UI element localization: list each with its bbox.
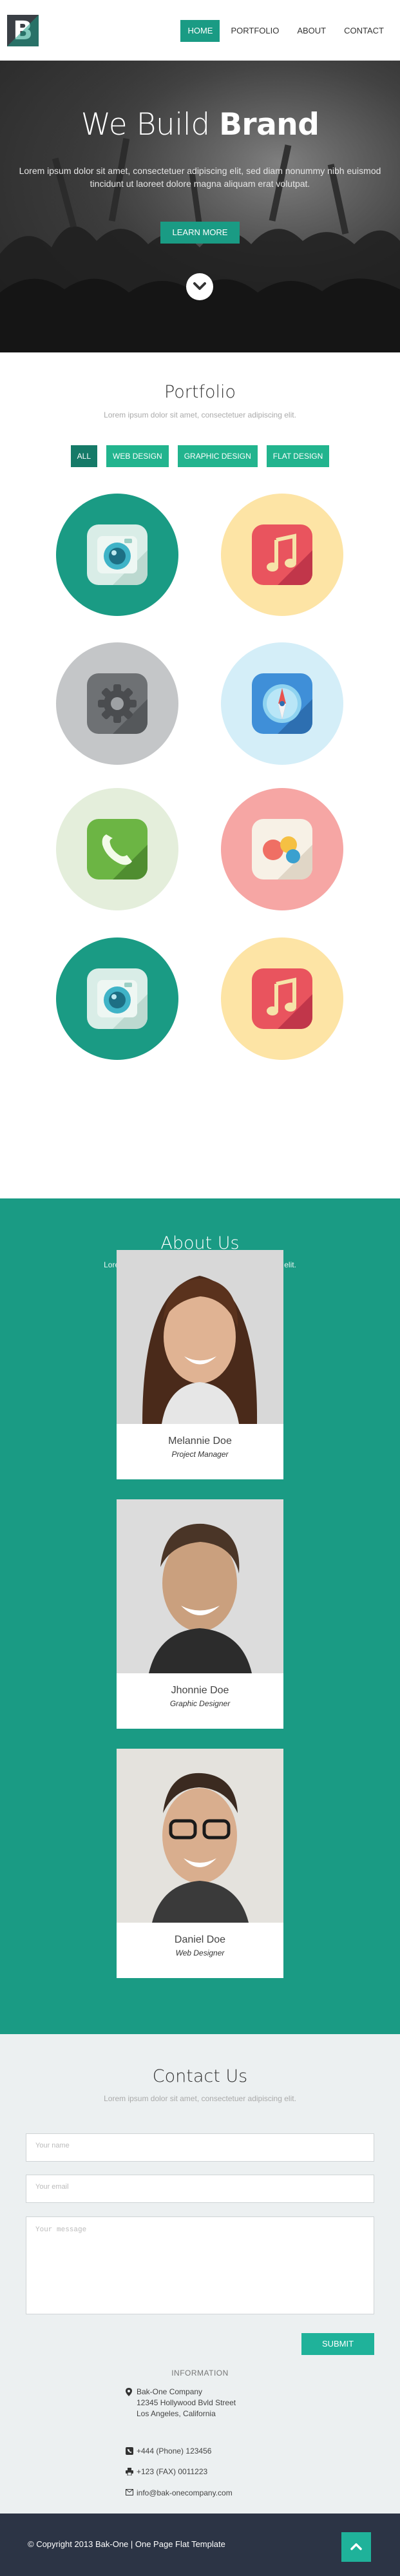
hero-banner: We Build Brand Lorem ipsum dolor sit ame… bbox=[0, 61, 400, 352]
portfolio-item[interactable] bbox=[56, 494, 178, 616]
phone-number: +444 (Phone) 123456 bbox=[137, 2446, 212, 2456]
portfolio-title: Portfolio bbox=[164, 382, 236, 402]
portfolio-item[interactable] bbox=[56, 937, 178, 1060]
team-role: Project Manager bbox=[171, 1450, 229, 1459]
team-photo bbox=[117, 1250, 283, 1424]
team-card: Melannie Doe Project Manager bbox=[117, 1250, 283, 1479]
portfolio-item[interactable] bbox=[56, 642, 178, 765]
team-name: Daniel Doe bbox=[174, 1934, 226, 1945]
music-icon bbox=[252, 524, 312, 585]
chevron-down-icon bbox=[193, 282, 206, 290]
settings-gear-icon bbox=[87, 673, 148, 734]
team-name: Jhonnie Doe bbox=[171, 1685, 229, 1696]
email-address[interactable]: info@bak-onecompany.com bbox=[126, 2488, 233, 2499]
contact-section: Contact Us Lorem ipsum dolor sit amet, c… bbox=[0, 2034, 400, 2514]
team-card: Daniel Doe Web Designer bbox=[117, 1749, 283, 1978]
company-name: Bak-One Company bbox=[137, 2387, 203, 2396]
filter-flat-design[interactable]: FLAT DESIGN bbox=[266, 445, 330, 467]
nav-about[interactable]: ABOUT bbox=[290, 20, 333, 42]
email-line: info@bak-onecompany.com bbox=[126, 2488, 233, 2499]
portfolio-item[interactable] bbox=[221, 494, 343, 616]
nav-contact[interactable]: CONTACT bbox=[337, 20, 391, 42]
back-to-top-button[interactable] bbox=[341, 2532, 371, 2562]
address-block: Bak-One Company 12345 Hollywood Bvld Str… bbox=[126, 2387, 236, 2419]
submit-button[interactable]: SUBMIT bbox=[301, 2333, 374, 2355]
fax-number: +123 (FAX) 0011223 bbox=[137, 2467, 208, 2476]
scroll-down-button[interactable] bbox=[186, 273, 213, 300]
navbar: B HOME PORTFOLIO ABOUT CONTACT bbox=[0, 0, 400, 61]
chevron-up-icon bbox=[350, 2543, 362, 2550]
name-field[interactable]: Your name bbox=[26, 2133, 374, 2162]
filter-graphic-design[interactable]: GRAPHIC DESIGN bbox=[177, 445, 258, 467]
footer: © Copyright 2013 Bak-One | One Page Flat… bbox=[0, 2514, 400, 2576]
team-role: Graphic Designer bbox=[169, 1699, 231, 1708]
camera-icon bbox=[87, 524, 148, 585]
printer-icon bbox=[126, 2468, 133, 2475]
nav-portfolio[interactable]: PORTFOLIO bbox=[224, 20, 286, 42]
street-address: 12345 Hollywood Bvld Street bbox=[137, 2398, 236, 2407]
message-field[interactable]: Your message bbox=[26, 2216, 374, 2314]
team-photo bbox=[117, 1749, 283, 1923]
team-role: Web Designer bbox=[175, 1948, 225, 1957]
camera-icon bbox=[87, 968, 148, 1029]
portfolio-item[interactable] bbox=[221, 642, 343, 765]
contact-subtitle: Lorem ipsum dolor sit amet, consectetuer… bbox=[104, 2094, 296, 2103]
copyright-text: © Copyright 2013 Bak-One | One Page Flat… bbox=[28, 2539, 225, 2549]
portfolio-filters: ALL WEB DESIGN GRAPHIC DESIGN FLAT DESIG… bbox=[0, 445, 400, 467]
fax-line: +123 (FAX) 0011223 bbox=[126, 2466, 207, 2477]
phone-icon bbox=[126, 2447, 133, 2455]
city-address: Los Angeles, California bbox=[137, 2409, 216, 2418]
compass-icon bbox=[252, 673, 312, 734]
team-photo bbox=[117, 1499, 283, 1673]
portfolio-item[interactable] bbox=[56, 788, 178, 910]
envelope-icon bbox=[126, 2489, 133, 2495]
brand-logo[interactable]: B bbox=[7, 15, 39, 46]
concert-crowd-image bbox=[0, 61, 400, 352]
hero-text: Lorem ipsum dolor sit amet, consectetuer… bbox=[19, 166, 381, 189]
map-marker-icon bbox=[126, 2388, 132, 2396]
phone-icon bbox=[87, 819, 148, 879]
main-nav: HOME PORTFOLIO ABOUT CONTACT bbox=[176, 20, 391, 42]
team-card: Jhonnie Doe Graphic Designer bbox=[117, 1499, 283, 1729]
email-field[interactable]: Your email bbox=[26, 2175, 374, 2203]
portfolio-subtitle: Lorem ipsum dolor sit amet, consectetuer… bbox=[104, 410, 296, 419]
filter-web-design[interactable]: WEB DESIGN bbox=[106, 445, 169, 467]
about-section: About Us Lorem ipsum dolor sit amet, con… bbox=[0, 1198, 400, 2034]
filter-all[interactable]: ALL bbox=[70, 445, 98, 467]
music-icon bbox=[252, 968, 312, 1029]
information-heading: INFORMATION bbox=[171, 2369, 229, 2378]
team-name: Melannie Doe bbox=[168, 1436, 232, 1447]
contact-title: Contact Us bbox=[152, 2066, 248, 2086]
portfolio-item[interactable] bbox=[221, 937, 343, 1060]
phone-line: +444 (Phone) 123456 bbox=[126, 2446, 211, 2457]
nav-home[interactable]: HOME bbox=[180, 20, 220, 42]
chat-bubbles-icon bbox=[252, 819, 312, 879]
learn-more-button[interactable]: LEARN MORE bbox=[160, 222, 240, 244]
hero-title: We Build Brand bbox=[81, 107, 319, 142]
logo-letter: B bbox=[13, 15, 33, 46]
portfolio-item[interactable] bbox=[221, 788, 343, 910]
